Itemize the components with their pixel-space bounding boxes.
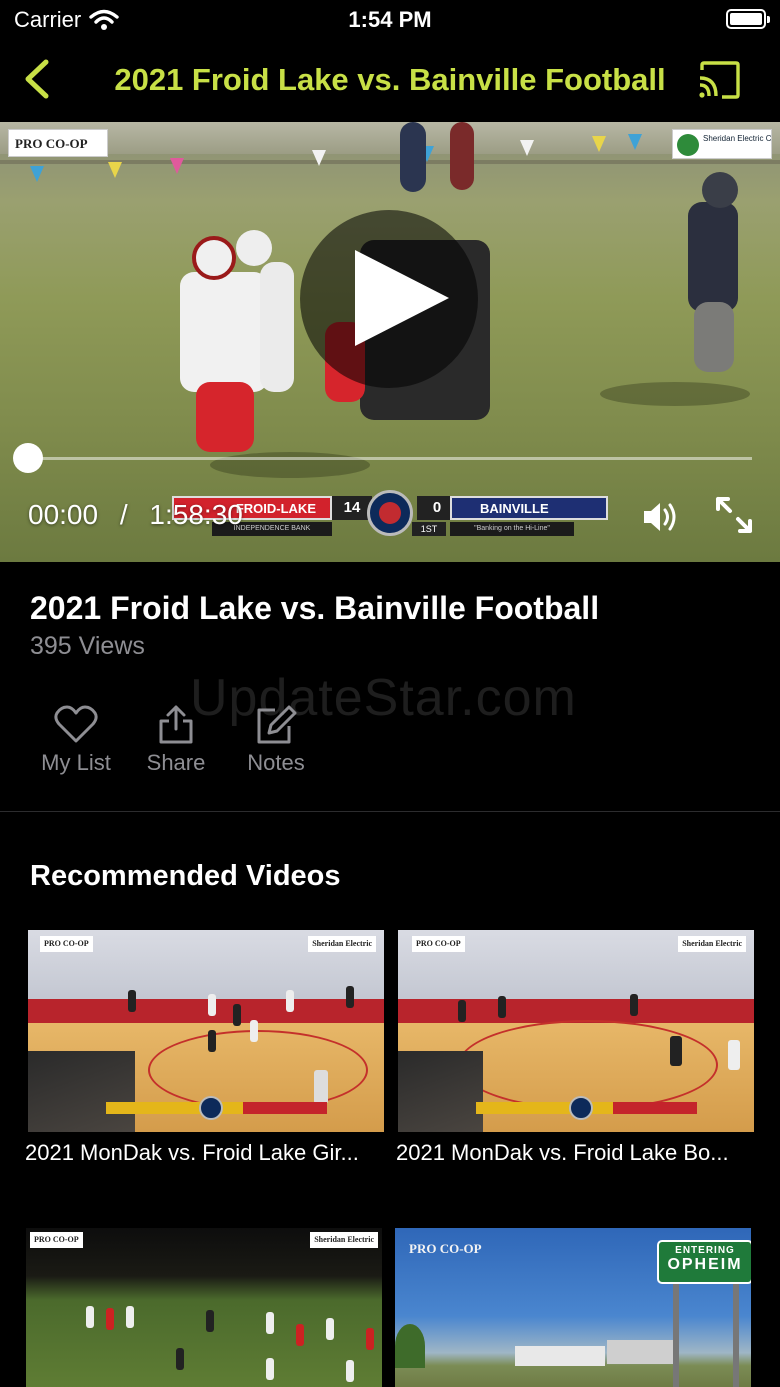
player-white [180, 272, 268, 392]
video-player[interactable]: PRO CO-OP Sheridan Electric Cooperative,… [0, 122, 780, 562]
pennant [592, 136, 606, 152]
recommended-caption[interactable]: 2021 MonDak vs. Froid Lake Bo... [396, 1140, 754, 1166]
mini-logo: Sheridan Electric [308, 936, 376, 952]
sponsor-logo-right-text: Sheridan Electric Cooperative, Inc. [703, 134, 772, 143]
spectator [450, 122, 474, 190]
status-bar: Carrier 1:54 PM [0, 0, 780, 40]
play-icon [355, 250, 449, 346]
mini-logo: PRO CO-OP [40, 936, 93, 952]
pennant [108, 162, 122, 178]
heart-icon [54, 705, 98, 743]
volume-icon[interactable] [640, 499, 680, 535]
duration: 1:58:30 [149, 499, 243, 530]
fullscreen-icon[interactable] [714, 495, 754, 535]
sign-line-2: OPHEIM [667, 1256, 743, 1273]
mini-logo: Sheridan Electric [678, 936, 746, 952]
sponsor-logo-left: PRO CO-OP [8, 129, 108, 157]
nav-bar: 2021 Froid Lake vs. Bainville Football [0, 40, 780, 122]
mini-logo: PRO CO-OP [409, 1241, 482, 1256]
scorebug-away-sponsor: "Banking on the Hi-Line" [450, 522, 574, 536]
notes-button[interactable]: Notes [226, 704, 326, 776]
share-label: Share [146, 750, 206, 775]
mini-logo: Sheridan Electric [310, 1232, 378, 1248]
scorebug-emblem [367, 490, 413, 536]
edit-icon [257, 705, 297, 744]
notes-label: Notes [247, 750, 305, 775]
sign-line-1: ENTERING [675, 1245, 735, 1256]
video-title: 2021 Froid Lake vs. Bainville Football [30, 590, 600, 626]
time-separator: / [119, 499, 128, 530]
pennant [170, 158, 184, 174]
sponsor-logo-mark [677, 134, 699, 156]
scorebug-away-team: BAINVILLE [450, 496, 608, 520]
current-time: 00:00 [28, 499, 99, 530]
pennant [628, 134, 642, 150]
road-sign: ENTERING OPHEIM [657, 1240, 751, 1284]
sponsor-logo-right: Sheridan Electric Cooperative, Inc. [672, 129, 772, 159]
view-count: 395 Views [30, 632, 145, 660]
progress-track[interactable] [28, 457, 752, 460]
share-button[interactable]: Share [126, 704, 226, 776]
mini-logo: PRO CO-OP [412, 936, 465, 952]
recommended-caption[interactable]: 2021 MonDak vs. Froid Lake Gir... [25, 1140, 383, 1166]
divider [0, 811, 780, 812]
nav-title: 2021 Froid Lake vs. Bainville Football [114, 62, 666, 97]
recommended-thumbnail[interactable]: PRO CO-OP Sheridan Electric [28, 930, 384, 1132]
pennant [30, 166, 44, 182]
recommended-thumbnail[interactable]: PRO CO-OP ENTERING OPHEIM [395, 1228, 751, 1387]
my-list-label: My List [41, 750, 111, 775]
play-button[interactable] [300, 210, 478, 388]
recommended-thumbnail[interactable]: PRO CO-OP Sheridan Electric [26, 1228, 382, 1387]
pennant [520, 140, 534, 156]
my-list-button[interactable]: My List [26, 704, 126, 776]
cast-icon[interactable] [696, 60, 742, 100]
time-display: 00:00 / 1:58:30 [28, 499, 243, 531]
player-dark [688, 202, 738, 312]
share-icon [159, 705, 193, 744]
scorebug-home-score: 14 [332, 496, 372, 520]
progress-knob[interactable] [13, 443, 43, 473]
recommended-title: Recommended Videos [30, 860, 341, 892]
mini-logo: PRO CO-OP [30, 1232, 83, 1248]
spectator [400, 122, 426, 192]
pennant [312, 150, 326, 166]
scorebug-period: 1ST [412, 522, 446, 536]
recommended-thumbnail[interactable]: PRO CO-OP Sheridan Electric [398, 930, 754, 1132]
battery-icon [726, 9, 770, 29]
status-time: 1:54 PM [348, 7, 432, 32]
